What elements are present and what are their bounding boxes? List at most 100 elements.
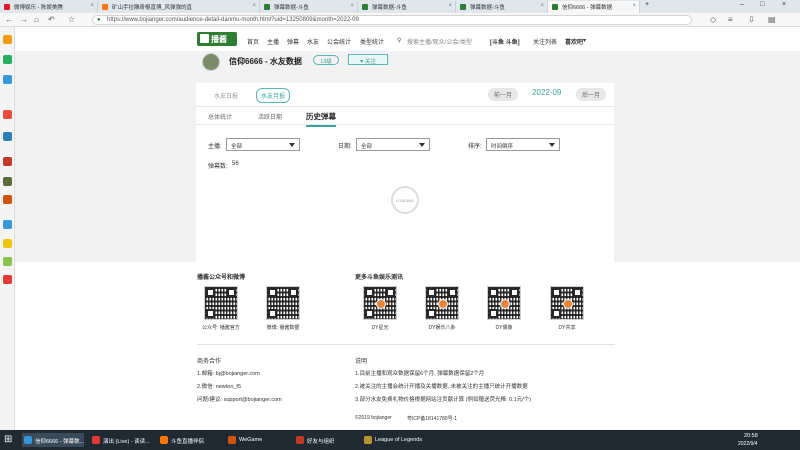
logo-text: 播酱: [211, 35, 227, 44]
browser-tab[interactable]: 弹幕数据-斗鱼 ×: [456, 1, 548, 13]
new-tab-icon[interactable]: +: [645, 1, 649, 8]
undo-icon[interactable]: ↶: [48, 15, 55, 24]
prev-month-button[interactable]: 前一月: [488, 88, 519, 101]
home-icon[interactable]: ⌂: [34, 15, 39, 24]
date-filter-label: 日期:: [338, 144, 352, 150]
browser-tab[interactable]: 弹幕数据-斗鱼 ×: [260, 1, 358, 13]
nav-fans[interactable]: 水友: [307, 37, 319, 46]
sort-select-value: 时间倒序: [491, 144, 514, 150]
download-icon[interactable]: ⇩: [748, 15, 755, 24]
close-tab-icon[interactable]: ×: [632, 3, 636, 9]
site-favicon-icon: [552, 4, 558, 10]
report-toolbar: 水友日报 水友月报 前一月 2022-09 后一月: [196, 83, 614, 107]
nav-danmu[interactable]: 弹幕: [287, 37, 299, 46]
address-bar: ← → ⌂ ↶ ☆ ● https://www.bojianger.com/aud…: [0, 13, 800, 27]
support-email[interactable]: 问题/建议: support@bojianger.com: [197, 395, 282, 403]
follow-button[interactable]: ♥ 关注: [348, 54, 388, 65]
maximize-icon[interactable]: □: [760, 1, 764, 8]
sidebar-app-icon[interactable]: [3, 157, 12, 166]
next-month-button[interactable]: 后一月: [576, 88, 607, 101]
browser-tab[interactable]: 矿山手拉雕奇棍直博_风弹弹的直 ×: [98, 1, 260, 13]
bookmark-star-icon[interactable]: ☆: [68, 15, 75, 24]
sidebar-app-icon[interactable]: [3, 220, 12, 229]
nav-anchor[interactable]: 主播: [267, 37, 279, 46]
section-tabs: 总体统计 活跃日期 历史弹幕: [196, 107, 614, 127]
wegame-icon: [228, 436, 236, 444]
close-tab-icon[interactable]: ×: [350, 3, 354, 9]
forward-icon[interactable]: →: [20, 15, 28, 24]
chevron-down-icon: [549, 143, 555, 147]
platform-switch[interactable]: [斗鱼 斗鱼]: [490, 37, 520, 46]
sidebar-app-icon[interactable]: [3, 75, 12, 84]
icp-link[interactable]: 粤ICP备18141780号-1: [407, 415, 457, 422]
site-footer: 播酱公众号和微博 公众号: 播酱官方 微博: 播酱数据 更多斗鱼娱乐测讯 DY星…: [15, 262, 800, 430]
qr-caption: 公众号: 播酱官方: [202, 325, 240, 331]
taskbar-item-browser[interactable]: 信仰6666 - 弹幕数...: [22, 433, 84, 447]
current-month[interactable]: 2022-09: [532, 88, 561, 97]
taskbar-item-wegame[interactable]: WeGame: [226, 433, 288, 447]
taskbar-item-lol[interactable]: League of Legends: [362, 433, 434, 447]
douyu-favicon-icon: [102, 4, 108, 10]
browser-tab-bar: 微博娱乐 - 陈娱美腾 × 矿山手拉雕奇棍直博_风弹弹的直 × 弹幕数据-斗鱼 × 弹…: [0, 0, 800, 13]
windows-start-icon[interactable]: ⊞: [4, 434, 16, 446]
tab-label: 弹幕数据-斗鱼: [274, 5, 309, 11]
sort-select[interactable]: 时间倒序: [486, 138, 560, 151]
menu-icon[interactable]: ≡: [728, 15, 733, 24]
weibo-qr-code: [266, 286, 300, 320]
site-logo[interactable]: 播酱: [197, 32, 237, 46]
minimize-icon[interactable]: –: [740, 1, 744, 8]
sidebar-app-icon[interactable]: [3, 239, 12, 248]
business-title: 商务合作: [197, 359, 222, 365]
sidebar-app-icon[interactable]: [3, 177, 12, 186]
search-input[interactable]: 搜索主播/观众/公会/类型: [407, 37, 472, 46]
tab-overall-stats[interactable]: 总体统计: [208, 112, 232, 121]
sidebar-app-icon[interactable]: [3, 132, 12, 141]
weibo-favicon-icon: [4, 4, 10, 10]
follow-list-link[interactable]: 关注列表: [533, 37, 557, 46]
extensions-icon[interactable]: ▤: [768, 15, 776, 24]
browser-tab-active[interactable]: 信仰6666 - 弹幕数据 ×: [548, 1, 640, 13]
chevron-down-icon[interactable]: ▾: [583, 37, 586, 44]
close-tab-icon[interactable]: ×: [540, 3, 544, 9]
browser-tab[interactable]: 微博娱乐 - 陈娱美腾 ×: [0, 1, 98, 13]
nav-home[interactable]: 首页: [247, 37, 259, 46]
level-badge: 13级: [313, 55, 339, 65]
shield-icon[interactable]: ◇: [710, 15, 716, 24]
taskbar-label: 好友与组织: [307, 439, 335, 445]
url-input[interactable]: ● https://www.bojianger.com/audience-deta…: [92, 15, 692, 25]
business-email[interactable]: 1.邮箱: bj@bojianger.com: [197, 369, 260, 377]
back-icon[interactable]: ←: [5, 15, 13, 24]
close-tab-icon[interactable]: ×: [448, 3, 452, 9]
windows-taskbar: ⊞ 信仰6666 - 弹幕数... 演出 (Live) - 读读... 斗鱼直播…: [0, 430, 800, 450]
browser-sidebar: [0, 27, 15, 430]
search-icon[interactable]: ⚲: [397, 37, 401, 44]
sidebar-app-icon[interactable]: [3, 257, 12, 266]
close-window-icon[interactable]: ×: [782, 1, 786, 8]
sidebar-app-icon[interactable]: [3, 110, 12, 119]
chevron-down-icon: [289, 143, 295, 147]
close-tab-icon[interactable]: ×: [252, 3, 256, 9]
profile-header: 信仰6666 - 水友数据 13级 ♥ 关注: [196, 51, 614, 75]
taskbar-item-friends[interactable]: 好友与组织: [294, 433, 356, 447]
notes-title: 说明: [355, 359, 368, 365]
date-select[interactable]: 全部: [356, 138, 430, 151]
taskbar-item-douyu-companion[interactable]: 斗鱼直播伴侣: [158, 433, 220, 447]
user-menu[interactable]: 喜欢吧: [565, 37, 583, 46]
browser-tab[interactable]: 弹幕数据-斗鱼 ×: [358, 1, 456, 13]
clock-time[interactable]: 20:58: [744, 433, 758, 439]
clock-date[interactable]: 2022/9/4: [738, 441, 757, 447]
wechat-qr-code: [204, 286, 238, 320]
tab-daily-report[interactable]: 水友日报: [214, 91, 238, 100]
close-tab-icon[interactable]: ×: [90, 3, 94, 9]
nav-type-stats[interactable]: 类型统计: [360, 37, 384, 46]
sidebar-app-icon[interactable]: [3, 195, 12, 204]
taskbar-item-music[interactable]: 演出 (Live) - 读读...: [90, 433, 152, 447]
sidebar-app-icon[interactable]: [3, 275, 12, 284]
tab-monthly-report[interactable]: 水友月报: [256, 88, 291, 103]
tab-history-danmu[interactable]: 历史弹幕: [306, 111, 336, 127]
sidebar-app-icon[interactable]: [3, 55, 12, 64]
nav-guild-stats[interactable]: 公会统计: [327, 37, 351, 46]
tab-active-dates[interactable]: 活跃日期: [258, 112, 282, 121]
anchor-select[interactable]: 全部: [226, 138, 300, 151]
sidebar-app-icon[interactable]: [3, 35, 12, 44]
